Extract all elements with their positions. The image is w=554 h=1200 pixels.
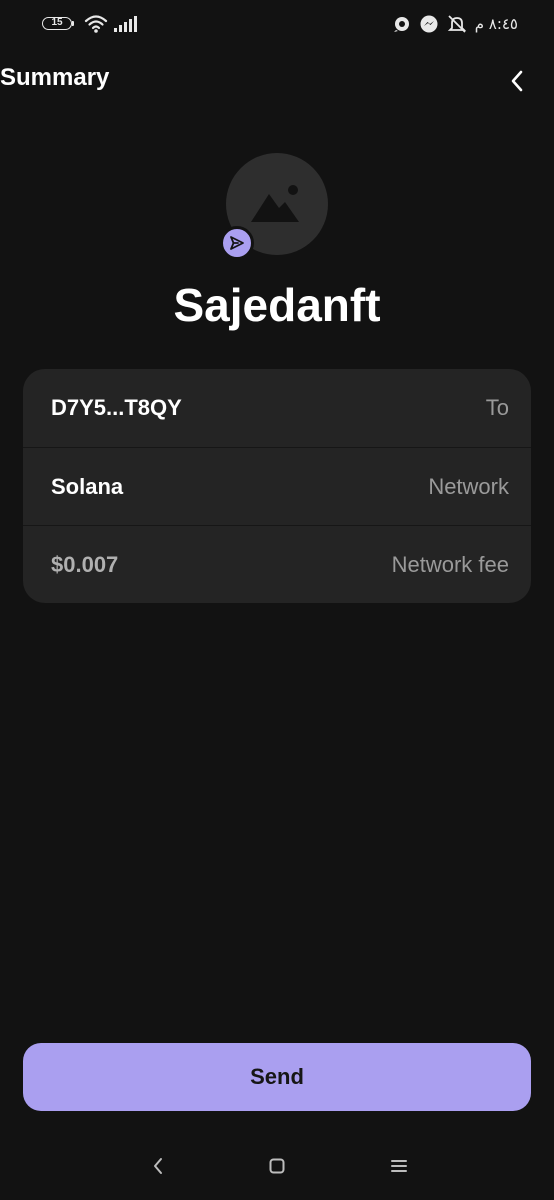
recents-nav-icon	[391, 1160, 407, 1172]
chevron-right-icon	[511, 70, 523, 92]
send-button[interactable]: Send	[23, 1043, 531, 1111]
send-icon	[230, 236, 244, 250]
status-bar: 15 ٨:٤٥ م	[0, 0, 554, 48]
details-card: D7Y5...T8QY To Solana Network $0.007 Net…	[23, 369, 531, 603]
page-title: Summary	[0, 64, 110, 91]
status-right-group: ٨:٤٥ م	[393, 14, 518, 34]
messenger-icon	[420, 15, 438, 33]
send-badge	[220, 226, 254, 260]
image-placeholder-icon	[251, 185, 299, 222]
system-nav-bar	[0, 1146, 554, 1186]
home-nav-icon	[269, 1158, 285, 1174]
recipient-label: To	[485, 395, 509, 420]
back-button[interactable]	[502, 66, 532, 96]
collection-name: Sajedanft	[173, 279, 381, 331]
detail-row-network: Solana Network	[23, 447, 531, 525]
back-nav-icon	[154, 1158, 162, 1174]
recents-nav-button[interactable]	[387, 1154, 411, 1178]
network-fee-value: $0.007	[51, 551, 119, 577]
chat-icon	[393, 17, 409, 32]
signal-icon	[114, 16, 137, 32]
notification-muted-icon	[447, 15, 466, 33]
detail-row-fee: $0.007 Network fee	[23, 525, 531, 603]
recipient-address: D7Y5...T8QY	[51, 395, 182, 420]
network-fee-label: Network fee	[391, 551, 509, 577]
battery-level: 15	[51, 17, 63, 28]
network-label: Network	[428, 473, 509, 499]
battery-tip	[72, 21, 74, 26]
home-nav-button[interactable]	[265, 1154, 289, 1178]
network-value: Solana	[51, 473, 124, 499]
battery-icon: 15	[42, 17, 72, 30]
back-nav-button[interactable]	[146, 1154, 170, 1178]
status-time: ٨:٤٥ م	[474, 15, 518, 33]
detail-row-to: D7Y5...T8QY To	[23, 369, 531, 447]
wifi-icon	[84, 15, 108, 33]
